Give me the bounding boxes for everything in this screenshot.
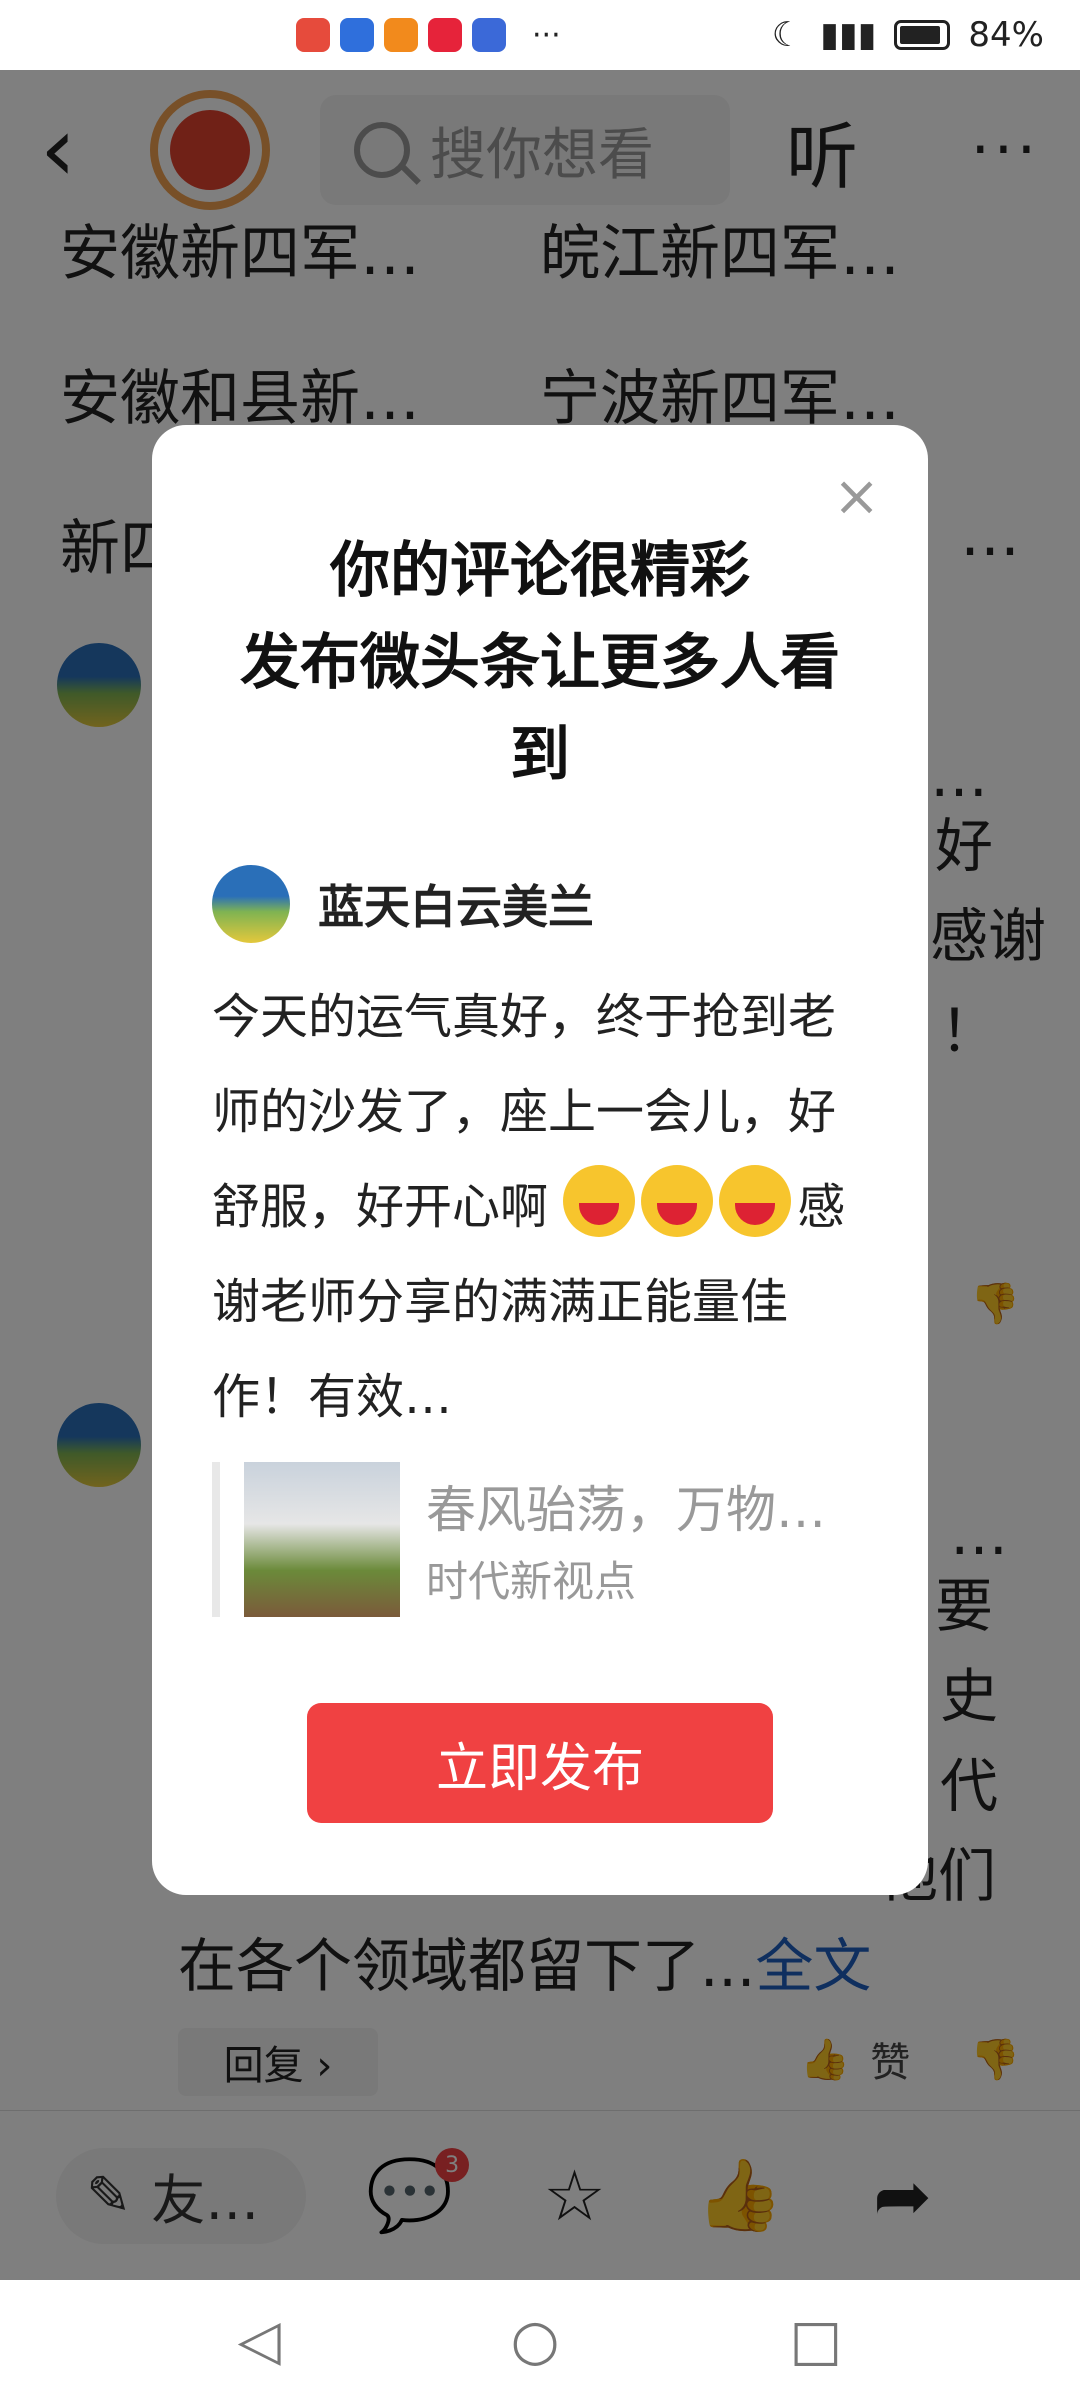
dialog-title-line: 你的评论很精彩 [330, 536, 750, 606]
moon-icon: ☾ [771, 15, 803, 55]
system-nav-bar: ◁ ○ □ [0, 2280, 1080, 2400]
app-notification-icon [428, 18, 462, 52]
dialog-title-line: 发布微头条让更多人看 [240, 628, 840, 698]
author-avatar [212, 865, 290, 943]
battery-percentage: 84% [968, 15, 1044, 55]
dialog-title-line: 到 [510, 720, 570, 790]
recents-nav-icon[interactable]: □ [790, 2308, 843, 2373]
dialog-title: 你的评论很精彩发布微头条让更多人看到 [212, 525, 868, 801]
comment-author: 蓝天白云美兰 [212, 865, 594, 943]
status-bar: ··· ☾ ▮▮▮ 84% [0, 0, 1080, 70]
back-nav-icon[interactable]: ◁ [238, 2308, 281, 2373]
article-source: 时代新视点 [426, 1557, 637, 1606]
app-notification-icon [296, 18, 330, 52]
app-notification-icon [384, 18, 418, 52]
notification-icons: ··· [296, 18, 561, 53]
article-thumbnail [244, 1462, 400, 1617]
author-name: 蓝天白云美兰 [318, 880, 594, 934]
app-notification-icon [340, 18, 374, 52]
app-notification-icon [472, 18, 506, 52]
laughing-emoji-icon [563, 1165, 636, 1237]
more-notifications-icon: ··· [532, 17, 561, 53]
quoted-article[interactable]: 春风骀荡，万物… 时代新视点 [212, 1462, 868, 1617]
laughing-emoji-icon [641, 1165, 714, 1237]
signal-icon: ▮▮▮ [820, 15, 877, 55]
publish-button[interactable]: 立即发布 [307, 1703, 773, 1823]
battery-icon [894, 20, 951, 50]
close-icon[interactable]: × [833, 469, 880, 525]
home-nav-icon[interactable]: ○ [511, 2308, 560, 2373]
comment-body: 今天的运气真好，终于抢到老师的沙发了，座上一会儿，好舒服，好开心啊 感谢老师分享… [212, 970, 868, 1445]
article-title: 春风骀荡，万物… [426, 1481, 826, 1539]
publish-prompt-dialog: × 你的评论很精彩发布微头条让更多人看到 蓝天白云美兰 今天的运气真好，终于抢到… [152, 425, 928, 1895]
laughing-emoji-icon [719, 1165, 792, 1237]
